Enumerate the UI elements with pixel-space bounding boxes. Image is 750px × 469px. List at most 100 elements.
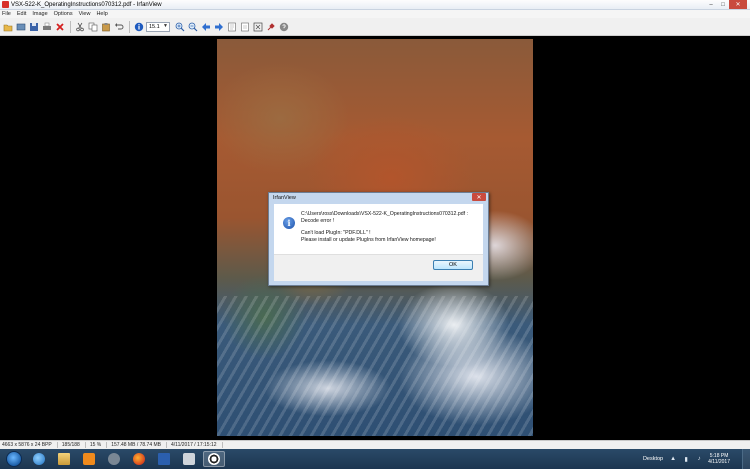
open-icon <box>3 24 12 31</box>
error-file-path: C:\Users\ross\Downloads\VSX-522-K_Operat… <box>301 211 468 217</box>
zoom-in-button[interactable] <box>174 21 185 32</box>
dialog-close-button[interactable]: ✕ <box>472 193 486 201</box>
previous-button[interactable] <box>200 21 211 32</box>
taskbar-ie[interactable] <box>28 451 50 467</box>
network-icon[interactable]: ▮ <box>682 455 690 463</box>
fit-window-button[interactable] <box>252 21 263 32</box>
menu-edit[interactable]: Edit <box>17 11 26 17</box>
firefox-icon <box>133 453 145 465</box>
taskbar-skype[interactable] <box>103 451 125 467</box>
skype-icon <box>108 453 120 465</box>
dialog-footer: OK <box>274 254 483 281</box>
cut-icon <box>75 22 84 31</box>
dialog-message: C:\Users\ross\Downloads\VSX-522-K_Operat… <box>301 211 468 254</box>
toolbar-separator <box>70 20 71 33</box>
copy-icon <box>88 22 97 31</box>
copy-button[interactable] <box>87 21 98 32</box>
volume-icon[interactable]: ♪ <box>695 455 703 463</box>
menu-help[interactable]: Help <box>96 11 107 17</box>
close-button[interactable]: ✕ <box>729 0 747 9</box>
cut-button[interactable] <box>74 21 85 32</box>
menu-view[interactable]: View <box>79 11 91 17</box>
last-page-button[interactable] <box>239 21 250 32</box>
error-dialog: IrfanView ✕ i C:\Users\ross\Downloads\VS… <box>268 192 489 286</box>
delete-button[interactable] <box>54 21 65 32</box>
save-icon <box>29 22 38 31</box>
zoom-out-icon <box>188 22 197 31</box>
ie-icon <box>33 453 45 465</box>
toolbar: 15.1 ▼ <box>0 18 750 36</box>
taskbar: Desktop ▲ ▮ ♪ 5:18 PM 4/11/2017 <box>0 449 750 469</box>
open-button[interactable] <box>2 21 13 32</box>
fit-icon <box>253 22 262 31</box>
settings-icon <box>267 22 275 30</box>
status-memory: 157.48 MB / 78.74 MB <box>111 442 168 448</box>
settings-button[interactable] <box>265 21 276 32</box>
clock-date: 4/11/2017 <box>708 459 730 465</box>
info-icon: i <box>283 217 295 229</box>
status-datetime: 4/11/2017 / 17:15:12 <box>171 442 223 448</box>
undo-icon <box>114 22 123 29</box>
taskbar-irfanview[interactable] <box>203 451 225 467</box>
slideshow-icon <box>16 23 25 30</box>
page-first-icon <box>227 22 236 31</box>
dialog-title-bar: IrfanView ✕ <box>269 193 488 203</box>
start-button[interactable] <box>6 451 22 467</box>
slideshow-button[interactable] <box>15 21 26 32</box>
properties-button[interactable] <box>133 21 144 32</box>
error-decode-text: Decode error ! <box>301 218 335 224</box>
zoom-in-icon <box>175 22 184 31</box>
zoom-value: 15.1 <box>149 23 160 30</box>
menu-options[interactable]: Options <box>54 11 73 17</box>
zoom-out-button[interactable] <box>187 21 198 32</box>
word-icon <box>158 453 170 465</box>
menu-bar: File Edit Image Options View Help <box>0 10 750 18</box>
dialog-body: i C:\Users\ross\Downloads\VSX-522-K_Oper… <box>274 204 483 254</box>
page-last-icon <box>240 22 249 31</box>
media-player-icon <box>83 453 95 465</box>
taskbar-firefox[interactable] <box>128 451 150 467</box>
undo-button[interactable] <box>113 21 124 32</box>
chevron-up-icon[interactable]: ▲ <box>669 455 677 463</box>
explorer-icon <box>58 453 70 465</box>
first-page-button[interactable] <box>226 21 237 32</box>
toolbar-separator <box>129 20 130 33</box>
taskbar-word[interactable] <box>153 451 175 467</box>
print-button[interactable] <box>41 21 52 32</box>
window-title: VSX-522-K_OperatingInstructions070312.pd… <box>11 1 162 8</box>
status-page: 185/188 <box>62 442 86 448</box>
print-icon <box>42 22 51 30</box>
status-bar: 4663 x 5876 x 24 BPP 185/188 15 % 157.48… <box>0 440 750 449</box>
taskbar-media-player[interactable] <box>78 451 100 467</box>
delete-icon <box>55 22 64 31</box>
help-button[interactable] <box>278 21 289 32</box>
title-bar: VSX-522-K_OperatingInstructions070312.pd… <box>0 0 750 10</box>
error-plugin-text: Can't load PlugIn: "PDF.DLL" ! <box>301 230 371 236</box>
show-desktop-button[interactable] <box>742 449 750 469</box>
desktop-toolbar-label[interactable]: Desktop <box>643 456 663 462</box>
taskbar-explorer[interactable] <box>53 451 75 467</box>
help-icon <box>279 22 288 31</box>
next-icon <box>214 22 223 31</box>
taskbar-camera[interactable] <box>178 451 200 467</box>
error-hint-text: Please install or update PlugIns from Ir… <box>301 237 436 243</box>
clock[interactable]: 5:18 PM 4/11/2017 <box>708 453 730 465</box>
maximize-button[interactable]: □ <box>717 0 729 9</box>
window-controls: – □ ✕ <box>705 0 747 9</box>
save-button[interactable] <box>28 21 39 32</box>
camera-icon <box>183 453 195 465</box>
paste-icon <box>101 22 110 31</box>
irfanview-icon <box>208 453 220 465</box>
menu-file[interactable]: File <box>2 11 11 17</box>
prev-icon <box>201 22 210 31</box>
menu-image[interactable]: Image <box>32 11 47 17</box>
ok-button[interactable]: OK <box>433 260 473 270</box>
chevron-down-icon: ▼ <box>163 22 168 29</box>
irfanview-app-icon <box>2 1 9 8</box>
next-button[interactable] <box>213 21 224 32</box>
minimize-button[interactable]: – <box>705 0 717 9</box>
status-zoom: 15 % <box>90 442 108 448</box>
paste-button[interactable] <box>100 21 111 32</box>
info-icon <box>134 22 143 31</box>
zoom-select[interactable]: 15.1 ▼ <box>146 21 170 32</box>
